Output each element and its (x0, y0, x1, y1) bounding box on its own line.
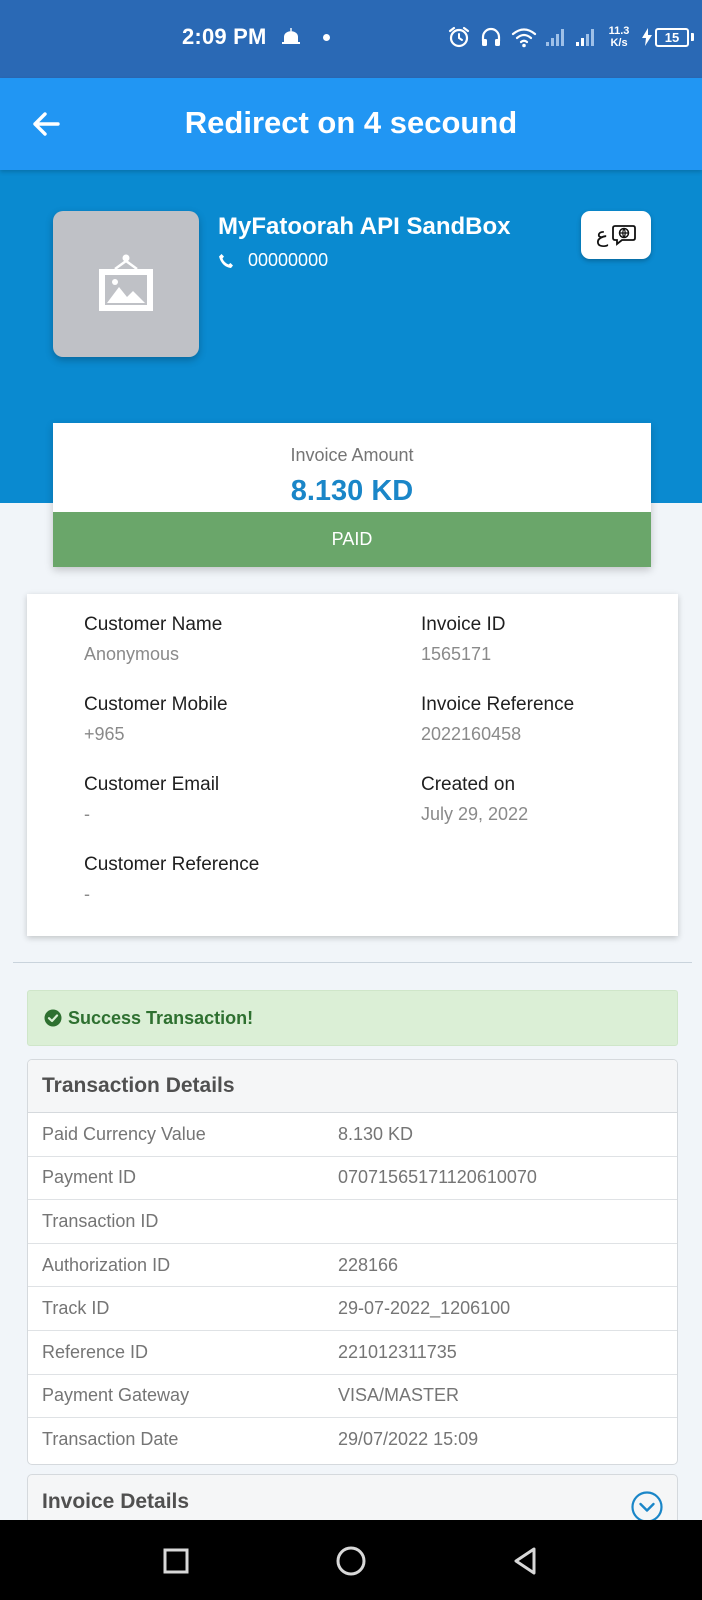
created-on-value: July 29, 2022 (421, 804, 529, 824)
invoice-id-value: 1565171 (421, 644, 492, 664)
headphones-icon (481, 27, 501, 46)
status-time: 2:09 PM (182, 24, 267, 49)
table-row: Authorization ID 228166 (28, 1244, 677, 1288)
page-title: Redirect on 4 secound (184, 105, 518, 140)
speech-bubble-globe-icon (612, 225, 637, 246)
mosque-icon (282, 28, 300, 44)
row-value: 8.130 KD (338, 1123, 414, 1144)
language-toggle-button[interactable]: ع (581, 211, 651, 259)
status-bar: 2:09 PM 11.3 K/s 15 (0, 0, 702, 78)
invoice-amount-card: Invoice Amount 8.130 KD PAID (53, 423, 651, 567)
invoice-amount-value: 8.130 KD (290, 475, 414, 507)
table-row: Transaction Date 29/07/2022 15:09 (28, 1418, 677, 1462)
app-bar: Redirect on 4 secound (0, 78, 702, 170)
charging-bolt-icon (642, 28, 652, 46)
success-alert: Success Transaction! (27, 990, 678, 1046)
check-circle-icon (44, 1009, 62, 1027)
table-row: Payment Gateway VISA/MASTER (28, 1375, 677, 1419)
merchant-name: MyFatoorah API SandBox (218, 213, 511, 240)
customer-mobile-field: Customer Mobile +965 (84, 694, 228, 745)
merchant-phone[interactable]: 00000000 (218, 250, 328, 271)
alarm-icon (448, 26, 470, 48)
invoice-amount-label: Invoice Amount (290, 445, 414, 465)
customer-name-field: Customer Name Anonymous (84, 614, 222, 665)
row-key: Track ID (42, 1298, 110, 1319)
system-navigation-bar (0, 1520, 702, 1600)
status-badge: PAID (53, 512, 651, 567)
row-key: Transaction Date (42, 1429, 179, 1450)
success-text: Success Transaction! (68, 1007, 254, 1028)
invoice-reference-label: Invoice Reference (421, 694, 575, 715)
row-key: Transaction ID (42, 1210, 159, 1231)
table-row: Reference ID 221012311735 (28, 1331, 677, 1375)
customer-reference-value: - (84, 884, 90, 904)
merchant-phone-number: 00000000 (248, 250, 329, 270)
home-icon[interactable] (334, 1544, 368, 1578)
row-key: Paid Currency Value (42, 1123, 206, 1144)
wifi-icon (511, 28, 537, 48)
customer-info-card: Customer Name Anonymous Invoice ID 15651… (27, 594, 678, 936)
invoice-details-heading: Invoice Details (42, 1490, 190, 1513)
phone-icon (219, 253, 233, 268)
merchant-logo (53, 211, 199, 357)
transaction-details-panel: Transaction Details Paid Currency Value … (27, 1059, 678, 1465)
transaction-details-heading: Transaction Details (28, 1060, 677, 1113)
battery-level: 15 (655, 27, 689, 47)
notification-dot-icon (323, 34, 330, 41)
row-value: VISA/MASTER (338, 1385, 460, 1406)
row-value: 07071565171120610070 (338, 1167, 537, 1188)
customer-name-label: Customer Name (84, 614, 223, 635)
invoice-id-field: Invoice ID 1565171 (421, 614, 505, 665)
created-on-field: Created on July 29, 2022 (421, 774, 528, 825)
invoice-reference-value: 2022160458 (421, 724, 522, 744)
customer-mobile-label: Customer Mobile (84, 694, 228, 715)
row-value: 221012311735 (338, 1341, 457, 1362)
section-divider (13, 962, 692, 963)
status-indicators: 11.3 K/s 15 (447, 22, 694, 52)
customer-email-value: - (84, 804, 90, 824)
table-row: Payment ID 07071565171120610070 (28, 1157, 677, 1201)
row-value: 228166 (338, 1254, 399, 1275)
row-key: Payment ID (42, 1167, 137, 1188)
invoice-reference-field: Invoice Reference 2022160458 (421, 694, 574, 745)
customer-mobile-value: +965 (84, 724, 125, 744)
table-row: Track ID 29-07-2022_1206100 (28, 1287, 677, 1331)
table-row: Paid Currency Value 8.130 KD (28, 1113, 677, 1157)
customer-email-label: Customer Email (84, 774, 220, 795)
row-key: Authorization ID (42, 1254, 171, 1275)
row-key: Payment Gateway (42, 1385, 190, 1406)
row-value: 29/07/2022 15:09 (338, 1429, 479, 1450)
customer-email-field: Customer Email - (84, 774, 219, 825)
network-speed: 11.3 K/s (608, 25, 630, 49)
customer-reference-field: Customer Reference - (84, 854, 259, 905)
chevron-down-circle-icon[interactable] (631, 1491, 663, 1523)
image-placeholder-icon (99, 254, 153, 311)
invoice-id-label: Invoice ID (421, 614, 506, 635)
battery-indicator: 15 (641, 27, 694, 47)
language-letter: ع (595, 222, 609, 247)
battery-tip (691, 33, 694, 41)
customer-reference-label: Customer Reference (84, 854, 260, 875)
recent-apps-icon[interactable] (159, 1544, 193, 1578)
row-value: 29-07-2022_1206100 (338, 1298, 511, 1319)
row-key: Reference ID (42, 1341, 149, 1362)
signal-icon (546, 29, 564, 46)
created-on-label: Created on (421, 774, 516, 795)
table-row: Transaction ID (28, 1200, 677, 1244)
back-triangle-icon[interactable] (509, 1544, 543, 1578)
customer-name-value: Anonymous (84, 644, 180, 664)
signal-2-icon (576, 29, 594, 46)
